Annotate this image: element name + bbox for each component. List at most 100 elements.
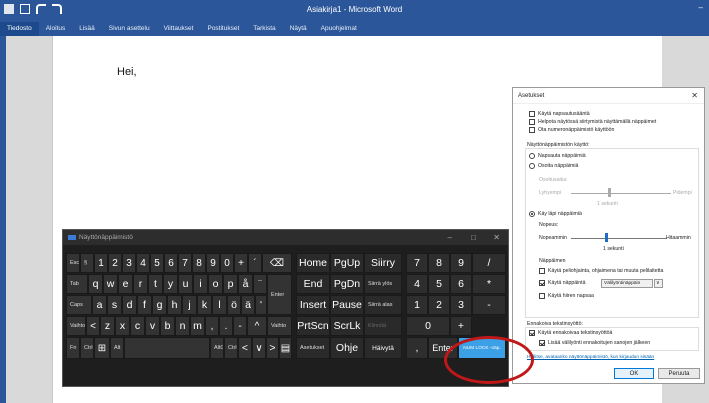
key-l[interactable]: l <box>212 295 227 315</box>
key-ctrl-right[interactable]: Ctrl <box>224 337 238 359</box>
key-m[interactable]: m <box>190 316 205 336</box>
key-p[interactable]: p <box>223 274 238 294</box>
key-6[interactable]: 6 <box>164 253 178 273</box>
key-num-divide[interactable]: / <box>472 253 506 273</box>
key-arrow-up[interactable]: ^ <box>247 316 267 336</box>
key-arrow-right[interactable]: > <box>266 337 279 359</box>
key-z[interactable]: z <box>100 316 115 336</box>
key-dash[interactable]: - <box>233 316 247 336</box>
key-3[interactable]: 3 <box>122 253 136 273</box>
key-altgr[interactable]: AltGr <box>210 337 224 359</box>
space-checkbox[interactable] <box>539 340 545 346</box>
key-esc[interactable]: Esc <box>66 253 80 273</box>
key-tab[interactable]: Tab <box>66 274 88 294</box>
key-s[interactable]: s <box>107 295 122 315</box>
key-num-plus[interactable]: + <box>450 316 472 336</box>
key-plus[interactable]: + <box>234 253 248 273</box>
key-ohje[interactable]: Ohje <box>330 337 364 359</box>
key-space[interactable] <box>124 337 210 359</box>
key-num-2[interactable]: 2 <box>428 295 450 315</box>
tab-tarkista[interactable]: Tarkista <box>246 22 282 36</box>
tab-nayta[interactable]: Näytä <box>283 22 314 36</box>
key-apostrophe[interactable]: ' <box>255 295 267 315</box>
close-icon[interactable]: ✕ <box>691 88 698 104</box>
tab-lisaa[interactable]: Lisää <box>72 22 102 36</box>
click-keys-radio[interactable] <box>529 153 535 159</box>
key-f[interactable]: f <box>137 295 152 315</box>
speed-slider[interactable] <box>571 238 667 239</box>
key-x[interactable]: x <box>115 316 130 336</box>
key-e[interactable]: e <box>118 274 133 294</box>
key-1[interactable]: 1 <box>94 253 108 273</box>
key-c[interactable]: c <box>130 316 145 336</box>
key-num-multiply[interactable]: * <box>472 274 506 294</box>
osk-close-button[interactable]: ✕ <box>493 230 500 245</box>
key-fn[interactable]: Fn <box>66 337 80 359</box>
key-backspace[interactable]: ⌫ <box>262 253 292 273</box>
key-g[interactable]: g <box>152 295 167 315</box>
joystick-checkbox[interactable] <box>539 268 545 274</box>
key-v[interactable]: v <box>145 316 160 336</box>
key-haivyta[interactable]: Häivytä <box>364 337 402 359</box>
key-scrlk[interactable]: ScrLk <box>330 316 364 336</box>
key-acute[interactable]: ´ <box>248 253 262 273</box>
nav-keys-option[interactable]: Helpota näytössä siirtymistä näyttämällä… <box>529 119 656 125</box>
tab-sivun-asettelu[interactable]: Sivun asettelu <box>102 22 157 36</box>
key-j[interactable]: j <box>182 295 197 315</box>
key-insert[interactable]: Insert <box>296 295 330 315</box>
minimize-button[interactable]: – <box>699 3 703 12</box>
key-i[interactable]: i <box>193 274 208 294</box>
key-num-decimal[interactable]: , <box>406 337 428 359</box>
key-o[interactable]: o <box>208 274 223 294</box>
click-keys-option[interactable]: Napsauta näppäimiä <box>529 153 586 159</box>
key-num-7[interactable]: 7 <box>406 253 428 273</box>
space-option[interactable]: Lisää välilyönti ennakoitujen sanojen jä… <box>539 340 650 346</box>
key-9[interactable]: 9 <box>206 253 220 273</box>
key-num-4[interactable]: 4 <box>406 274 428 294</box>
key-4[interactable]: 4 <box>136 253 150 273</box>
key-comma[interactable]: , <box>205 316 219 336</box>
key-k[interactable]: k <box>197 295 212 315</box>
speed-slider-thumb[interactable] <box>605 233 608 242</box>
key-pgdn[interactable]: PgDn <box>330 274 364 294</box>
key-num-9[interactable]: 9 <box>450 253 472 273</box>
key-8[interactable]: 8 <box>192 253 206 273</box>
nav-keys-checkbox[interactable] <box>529 119 535 125</box>
key-asetukset[interactable]: Asetukset <box>296 337 330 359</box>
hover-keys-radio[interactable] <box>529 163 535 169</box>
key-prtscn[interactable]: PrtScn <box>296 316 330 336</box>
key-siirra-ylos[interactable]: Siirrä ylös <box>364 274 402 294</box>
key-siirry[interactable]: Siirry <box>364 253 402 273</box>
key-section[interactable]: § <box>80 253 94 273</box>
key-num-0[interactable]: 0 <box>406 316 450 336</box>
key-ctrl-left[interactable]: Ctrl <box>80 337 94 359</box>
key-select-option[interactable]: Käytä näppäintä <box>539 280 586 286</box>
hover-slider[interactable] <box>571 193 671 194</box>
key-r[interactable]: r <box>133 274 148 294</box>
key-enter[interactable]: Enter <box>267 274 292 315</box>
tab-tiedosto[interactable]: Tiedosto <box>0 22 39 36</box>
key-caps[interactable]: Caps <box>66 295 92 315</box>
key-num-6[interactable]: 6 <box>450 274 472 294</box>
key-num-5[interactable]: 5 <box>428 274 450 294</box>
osk-restore-button[interactable]: □ <box>471 230 476 245</box>
key-kiinnita[interactable]: Kiinnitä <box>364 316 402 336</box>
cancel-button[interactable]: Peruuta <box>658 368 700 379</box>
sleep-option[interactable]: Käytä hiiren napsaa <box>539 293 594 299</box>
key-num-1[interactable]: 1 <box>406 295 428 315</box>
hover-keys-option[interactable]: Osoita näppäimiä <box>529 163 578 169</box>
tab-viittaukset[interactable]: Viittaukset <box>157 22 201 36</box>
click-sound-option[interactable]: Käytä napsautusääntä <box>529 111 590 117</box>
key-n[interactable]: n <box>175 316 190 336</box>
numpad-checkbox[interactable] <box>529 127 535 133</box>
numpad-option[interactable]: Ota numeronäppäimistö käyttöön <box>529 127 614 133</box>
key-select-checkbox[interactable] <box>539 280 545 286</box>
scan-keys-radio[interactable] <box>529 211 535 217</box>
key-h[interactable]: h <box>167 295 182 315</box>
key-u[interactable]: u <box>178 274 193 294</box>
key-shift-right[interactable]: Vaihto <box>267 316 292 336</box>
key-b[interactable]: b <box>160 316 175 336</box>
predict-option[interactable]: Käytä ennakoivaa tekstinsyöttöä <box>529 330 612 336</box>
key-ouml[interactable]: ö <box>227 295 241 315</box>
predict-checkbox[interactable] <box>529 330 535 336</box>
